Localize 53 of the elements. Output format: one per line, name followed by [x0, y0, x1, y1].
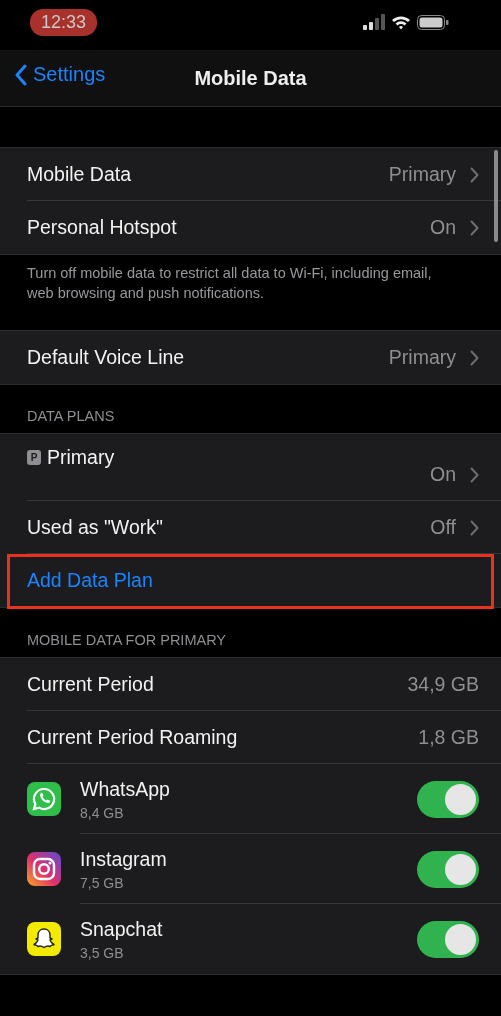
toggle-switch[interactable] — [417, 780, 479, 818]
settings-row[interactable]: Default Voice Line Primary — [0, 331, 501, 384]
row-label: Default Voice Line — [27, 346, 186, 369]
ghost-icon — [27, 922, 61, 956]
row-label: Current Period Roaming — [27, 726, 239, 749]
chat-bubble-icon — [27, 782, 61, 816]
settings-row[interactable]: Used as "Work" Off — [0, 501, 501, 554]
screen-title: Mobile Data — [194, 66, 307, 90]
settings-row[interactable]: WhatsApp 8,4 GB — [0, 764, 501, 834]
row-label: Mobile Data — [27, 163, 133, 186]
row-label: Snapchat — [80, 917, 164, 941]
settings-row[interactable]: P Primary On — [0, 434, 501, 501]
chevron-left-icon — [14, 63, 27, 86]
row-label: Primary — [47, 446, 115, 468]
back-button[interactable]: Settings — [14, 63, 106, 86]
chevron-right-icon — [470, 519, 479, 536]
data-usage: 7,5 GB — [80, 874, 125, 891]
row-value: Primary — [388, 163, 456, 186]
row-value: On — [430, 463, 456, 486]
settings-row[interactable]: Mobile Data Primary — [0, 148, 501, 201]
signal-icon — [363, 14, 385, 30]
row-label: WhatsApp — [80, 777, 171, 801]
section-header: MOBILE DATA FOR PRIMARY — [27, 632, 226, 648]
add-plan-link[interactable]: Add Data Plan — [27, 569, 153, 592]
row-label: Current Period — [27, 673, 155, 696]
chevron-right-icon — [470, 219, 479, 236]
data-usage: 3,5 GB — [80, 944, 125, 961]
toggle-switch[interactable] — [417, 920, 479, 958]
row-label: Personal Hotspot — [27, 216, 178, 239]
chevron-right-icon — [470, 349, 479, 366]
row-value: Off — [430, 516, 456, 539]
row-value: On — [430, 216, 456, 239]
chevron-right-icon — [470, 466, 479, 483]
wifi-icon — [391, 14, 411, 30]
settings-row[interactable]: Current Period Roaming 1,8 GB — [0, 711, 501, 764]
toggle-switch[interactable] — [417, 850, 479, 888]
section-footer: Turn off mobile data to restrict all data to Wi-Fi, including email, web browsing and push notifications. — [0, 255, 501, 303]
settings-row[interactable]: Current Period 34,9 GB — [0, 658, 501, 711]
settings-row[interactable]: Instagram 7,5 GB — [0, 834, 501, 904]
battery-icon — [417, 14, 449, 30]
row-value: 34,9 GB — [407, 673, 479, 696]
status-time: 12:33 — [30, 8, 98, 36]
row-value: Primary — [388, 346, 456, 369]
data-usage: 8,4 GB — [80, 804, 125, 821]
plan-badge: P — [27, 450, 41, 465]
camera-icon — [27, 852, 61, 886]
settings-row[interactable]: Snapchat 3,5 GB — [0, 904, 501, 974]
row-label: Used as "Work" — [27, 516, 164, 539]
chevron-right-icon — [470, 166, 479, 183]
row-label: Instagram — [80, 847, 168, 871]
settings-row[interactable]: Personal Hotspot On — [0, 201, 501, 254]
row-value: 1,8 GB — [418, 726, 479, 749]
section-header: DATA PLANS — [27, 408, 115, 424]
